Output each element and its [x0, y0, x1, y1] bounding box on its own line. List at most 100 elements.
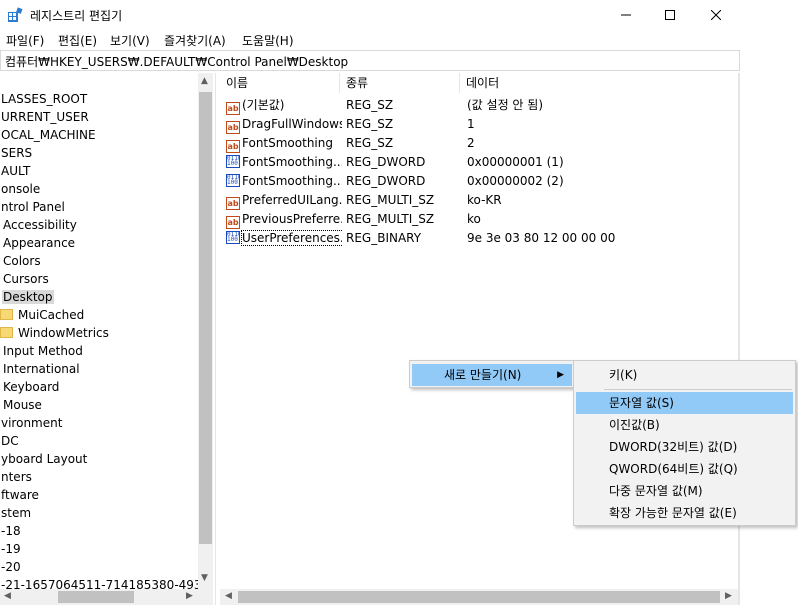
tree-item[interactable]: vironment [0, 414, 63, 432]
submenu-binary-value[interactable]: 이진값(B) [576, 414, 793, 436]
string-value-icon: ab [226, 140, 240, 153]
tree-item-desktop[interactable]: Desktop [2, 288, 54, 306]
binary-value-icon: 01101001 [226, 231, 240, 244]
scroll-down-arrow-icon[interactable]: ▼ [201, 573, 208, 583]
tree-item[interactable]: ntrol Panel [0, 198, 66, 216]
value-name: (기본값) [242, 98, 285, 112]
value-data: 9e 3e 03 80 12 00 00 00 [467, 231, 616, 245]
value-row[interactable]: ab DragFullWindows REG_SZ 1 [220, 115, 738, 134]
tree-item[interactable]: International [2, 360, 81, 378]
tree-item[interactable]: Mouse [2, 396, 43, 414]
scroll-left-arrow-icon[interactable]: ◀ [4, 591, 11, 601]
value-name: DragFullWindows [242, 117, 342, 131]
scroll-up-arrow-icon[interactable]: ▲ [201, 76, 208, 86]
tree-item[interactable]: Accessibility [2, 216, 78, 234]
regedit-icon [8, 7, 23, 22]
tree-item[interactable]: AULT [0, 162, 31, 180]
menu-view[interactable]: 보기(V) [110, 32, 150, 49]
scroll-thumb[interactable] [58, 591, 134, 603]
menu-file[interactable]: 파일(F) [6, 32, 44, 49]
value-data: ko [467, 212, 481, 226]
tree-item[interactable]: -19 [0, 540, 22, 558]
column-header-type[interactable]: 종류 [340, 73, 460, 93]
value-data: 2 [467, 136, 475, 150]
tree-item[interactable]: yboard Layout [0, 450, 88, 468]
scroll-right-arrow-icon[interactable]: ▶ [186, 591, 193, 601]
tree-item[interactable]: Input Method [2, 342, 84, 360]
string-value-icon: ab [226, 216, 240, 229]
maximize-button[interactable] [647, 0, 693, 30]
value-name: FontSmoothing... [242, 155, 342, 169]
submenu-multi-string-value[interactable]: 다중 문자열 값(M) [576, 480, 793, 502]
tree-item[interactable]: -18 [0, 522, 22, 540]
scroll-right-arrow-icon[interactable]: ▶ [725, 591, 732, 601]
tree-item[interactable]: DC [0, 432, 20, 450]
scroll-left-arrow-icon[interactable]: ◀ [225, 591, 232, 601]
value-type: REG_SZ [346, 98, 394, 112]
tree-item[interactable]: Cursors [2, 270, 50, 288]
tree-item[interactable]: onsole [0, 180, 41, 198]
close-button[interactable] [693, 0, 739, 30]
submenu-qword-value[interactable]: QWORD(64비트) 값(Q) [576, 458, 793, 480]
tree-horizontal-scrollbar[interactable]: ◀ ▶ [0, 589, 213, 605]
value-data: 0x00000002 (2) [467, 174, 564, 188]
value-type: REG_DWORD [346, 174, 426, 188]
folder-icon [0, 327, 13, 338]
binary-value-icon: 01101001 [226, 155, 240, 168]
tree-item[interactable]: MuiCached [0, 306, 85, 324]
value-data: (값 설정 안 됨) [467, 98, 544, 112]
title-bar: 레지스트리 편집기 [0, 0, 798, 30]
tree-item[interactable]: Colors [2, 252, 42, 270]
tree-item[interactable]: stem [0, 504, 32, 522]
value-row[interactable]: 01101001FontSmoothing... REG_DWORD 0x000… [220, 172, 738, 191]
menu-bar: 파일(F) 편집(E) 보기(V) 즐겨찾기(A) 도움말(H) [0, 30, 798, 50]
address-bar[interactable]: 컴퓨터₩HKEY_USERS₩.DEFAULT₩Control Panel₩De… [0, 50, 740, 71]
context-menu: 새로 만들기(N) ▶ [409, 360, 575, 388]
tree-item[interactable]: URRENT_USER [0, 108, 90, 126]
submenu-expandable-string-value[interactable]: 확장 가능한 문자열 값(E) [576, 502, 793, 524]
tree-item[interactable]: ftware [0, 486, 40, 504]
binary-value-icon: 01101001 [226, 174, 240, 187]
value-row[interactable]: ab PreferredUILang... REG_MULTI_SZ ko-KR [220, 191, 738, 210]
tree-item[interactable]: Keyboard [2, 378, 60, 396]
tree-item[interactable]: -20 [0, 558, 22, 576]
string-value-icon: ab [226, 102, 240, 115]
pane-splitter[interactable] [215, 73, 216, 605]
string-value-icon: ab [226, 121, 240, 134]
value-type: REG_DWORD [346, 155, 426, 169]
value-data: 1 [467, 117, 475, 131]
context-menu-new[interactable]: 새로 만들기(N) ▶ [412, 364, 572, 386]
key-tree: LASSES_ROOT URRENT_USER OCAL_MACHINE SER… [0, 73, 213, 605]
value-name: FontSmoothing [242, 136, 333, 150]
value-row[interactable]: 01101001UserPreferences... REG_BINARY 9e… [220, 229, 738, 248]
value-row[interactable]: ab PreviousPreferre... REG_MULTI_SZ ko [220, 210, 738, 229]
tree-item[interactable]: OCAL_MACHINE [0, 126, 97, 144]
menu-help[interactable]: 도움말(H) [242, 32, 294, 49]
minimize-button[interactable] [603, 0, 649, 30]
scroll-thumb[interactable] [238, 591, 720, 603]
tree-item[interactable]: WindowMetrics [0, 324, 110, 342]
submenu-key[interactable]: 키(K) [576, 364, 793, 386]
column-header-name[interactable]: 이름 [220, 73, 340, 93]
value-type: REG_BINARY [346, 231, 422, 245]
value-data: 0x00000001 (1) [467, 155, 564, 169]
value-row[interactable]: 01101001FontSmoothing... REG_DWORD 0x000… [220, 153, 738, 172]
string-value-icon: ab [226, 197, 240, 210]
value-row[interactable]: ab FontSmoothing REG_SZ 2 [220, 134, 738, 153]
submenu-dword-value[interactable]: DWORD(32비트) 값(D) [576, 436, 793, 458]
value-name: PreviousPreferre... [242, 212, 342, 226]
tree-item[interactable]: LASSES_ROOT [0, 90, 88, 108]
value-name: UserPreferences... [240, 230, 342, 246]
tree-item[interactable]: Appearance [2, 234, 76, 252]
column-header-data[interactable]: 데이터 [460, 73, 738, 93]
scroll-thumb[interactable] [199, 92, 212, 544]
list-horizontal-scrollbar[interactable]: ◀ ▶ [220, 589, 738, 605]
value-row[interactable]: ab (기본값) REG_SZ (값 설정 안 됨) [220, 96, 738, 115]
menu-edit[interactable]: 편집(E) [58, 32, 97, 49]
menu-favorites[interactable]: 즐겨찾기(A) [164, 32, 226, 49]
submenu-string-value[interactable]: 문자열 값(S) [576, 392, 793, 414]
tree-vertical-scrollbar[interactable]: ▲ ▼ [198, 73, 213, 589]
menu-separator [604, 389, 792, 390]
tree-item[interactable]: nters [0, 468, 33, 486]
tree-item[interactable]: SERS [0, 144, 33, 162]
